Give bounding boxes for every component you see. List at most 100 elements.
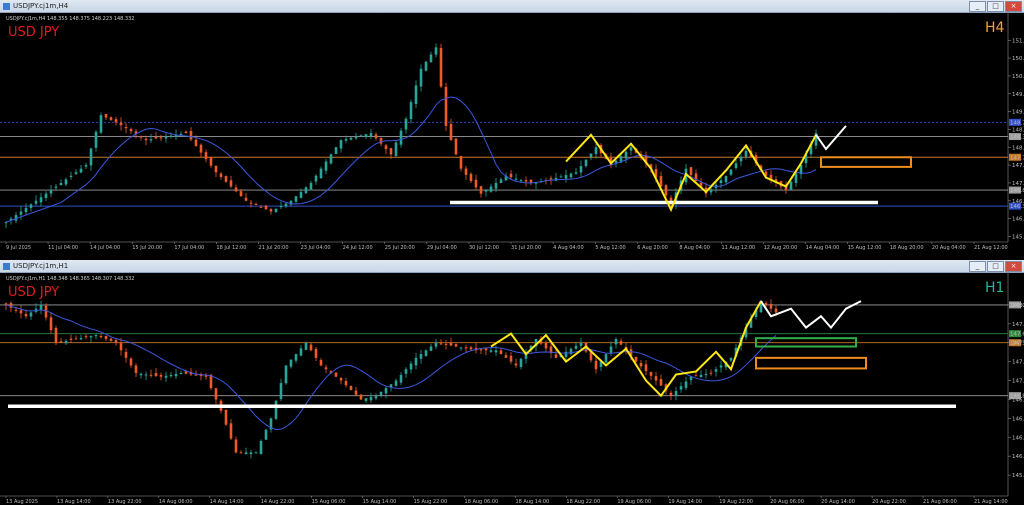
candle-body — [659, 379, 663, 386]
candle-body — [319, 360, 323, 366]
candle-body — [194, 139, 198, 147]
price-tick-label: 146.5 — [1012, 416, 1024, 422]
candle-body — [619, 340, 623, 345]
candle-body — [349, 386, 353, 390]
candle-body — [179, 133, 183, 135]
candle-body — [339, 140, 343, 149]
candle-body — [674, 390, 678, 396]
candle-body — [344, 381, 348, 386]
time-tick-label: 14 Aug 04:00 — [806, 245, 840, 251]
candle-body — [609, 346, 613, 353]
candle-body — [189, 131, 193, 140]
candle-body — [109, 117, 113, 120]
candle-body — [84, 165, 88, 167]
candle-body — [354, 136, 358, 139]
close-button[interactable]: × — [1005, 1, 1022, 12]
candle-body — [379, 391, 383, 396]
time-tick-label: 8 Aug 04:00 — [679, 245, 710, 251]
candle-body — [464, 168, 468, 175]
chart-window-icon — [3, 2, 10, 10]
candle-body — [229, 180, 233, 187]
candle-body — [274, 400, 278, 419]
candle-body — [174, 373, 178, 377]
candle-body — [24, 313, 28, 317]
candle-body — [169, 374, 173, 377]
candle-body — [99, 335, 103, 338]
candle-body — [629, 147, 633, 151]
candle-body — [109, 338, 113, 341]
time-tick-label: 20 Aug 14:00 — [821, 499, 855, 505]
candle-body — [684, 381, 688, 388]
time-tick-label: 13 Aug 14:00 — [57, 499, 91, 505]
time-tick-label: 18 Aug 06:00 — [465, 499, 499, 505]
candle-body — [524, 180, 528, 182]
candle-body — [564, 175, 568, 179]
candle-body — [709, 189, 713, 193]
candle-body — [424, 350, 428, 356]
candle-body — [639, 362, 643, 367]
candle-body — [254, 452, 258, 454]
candle-body — [734, 163, 738, 168]
close-button[interactable]: × — [1005, 261, 1022, 272]
time-tick-label: 23 Jul 04:00 — [301, 245, 331, 251]
candle-body — [554, 354, 558, 358]
candle-body — [699, 374, 703, 378]
candle-body — [404, 369, 408, 374]
time-tick-label: 19 Aug 06:00 — [617, 499, 651, 505]
candle-body — [349, 137, 353, 140]
candle-body — [269, 209, 273, 212]
time-tick-label: 21 Aug 06:00 — [923, 499, 957, 505]
minimize-button[interactable]: _ — [969, 261, 986, 272]
time-tick-label: 19 Aug 22:00 — [719, 499, 753, 505]
candle-body — [479, 186, 483, 194]
candle-body — [89, 148, 93, 166]
maximize-button[interactable]: □ — [987, 261, 1004, 272]
candle-body — [249, 452, 253, 455]
candle-body — [654, 376, 658, 381]
candle-body — [704, 373, 708, 376]
candle-body — [489, 186, 493, 192]
candle-body — [419, 354, 423, 359]
candle-body — [389, 148, 393, 155]
minimize-button[interactable]: _ — [969, 1, 986, 12]
chart-plot-h1[interactable]: USDJPY.cj1m,H1 148.348 148.365 148.307 1… — [0, 272, 1024, 505]
candle-body — [94, 131, 98, 148]
candle-body — [649, 372, 653, 376]
candle-body — [219, 173, 223, 177]
maximize-button[interactable]: □ — [987, 1, 1004, 12]
candle-body — [254, 203, 258, 206]
candle-body — [774, 308, 778, 313]
candle-body — [224, 176, 228, 182]
price-level-label: 148.3 — [1010, 135, 1024, 141]
candle-body — [494, 350, 498, 353]
moving-average-line — [5, 304, 777, 431]
chart-plot-h4[interactable]: USDJPY.cj1m,H4 148.355 148.375 148.223 1… — [0, 12, 1024, 254]
candle-body — [294, 196, 298, 202]
candle-body — [94, 335, 98, 337]
candle-body — [354, 390, 358, 395]
candle-body — [359, 135, 363, 137]
chart-window-h1[interactable]: USDJPY.cj1m,H1 _ □ × USDJPY.cj1m,H1 148.… — [0, 260, 1024, 505]
candle-body — [429, 346, 433, 351]
chart-window-h4[interactable]: USDJPY.cj1m,H4 _ □ × USDJPY.cj1m,H4 148.… — [0, 0, 1024, 254]
candle-body — [79, 168, 83, 173]
candle-body — [604, 354, 608, 363]
candle-body — [129, 129, 133, 132]
candle-body — [99, 115, 103, 133]
candle-body — [34, 200, 38, 204]
candle-body — [364, 134, 368, 137]
candle-body — [104, 113, 108, 118]
time-tick-label: 20 Aug 22:00 — [872, 499, 906, 505]
price-tick-label: 151.0 — [1012, 38, 1024, 44]
candle-body — [29, 204, 33, 209]
candle-body — [139, 136, 143, 138]
candle-body — [409, 102, 413, 120]
candle-body — [569, 173, 573, 178]
candle-body — [304, 342, 308, 350]
candle-body — [14, 309, 18, 311]
candle-body — [64, 179, 68, 185]
candle-body — [739, 157, 743, 162]
price-tick-label: 147.75 — [1012, 322, 1024, 328]
candle-body — [459, 347, 463, 349]
candle-body — [484, 348, 488, 351]
